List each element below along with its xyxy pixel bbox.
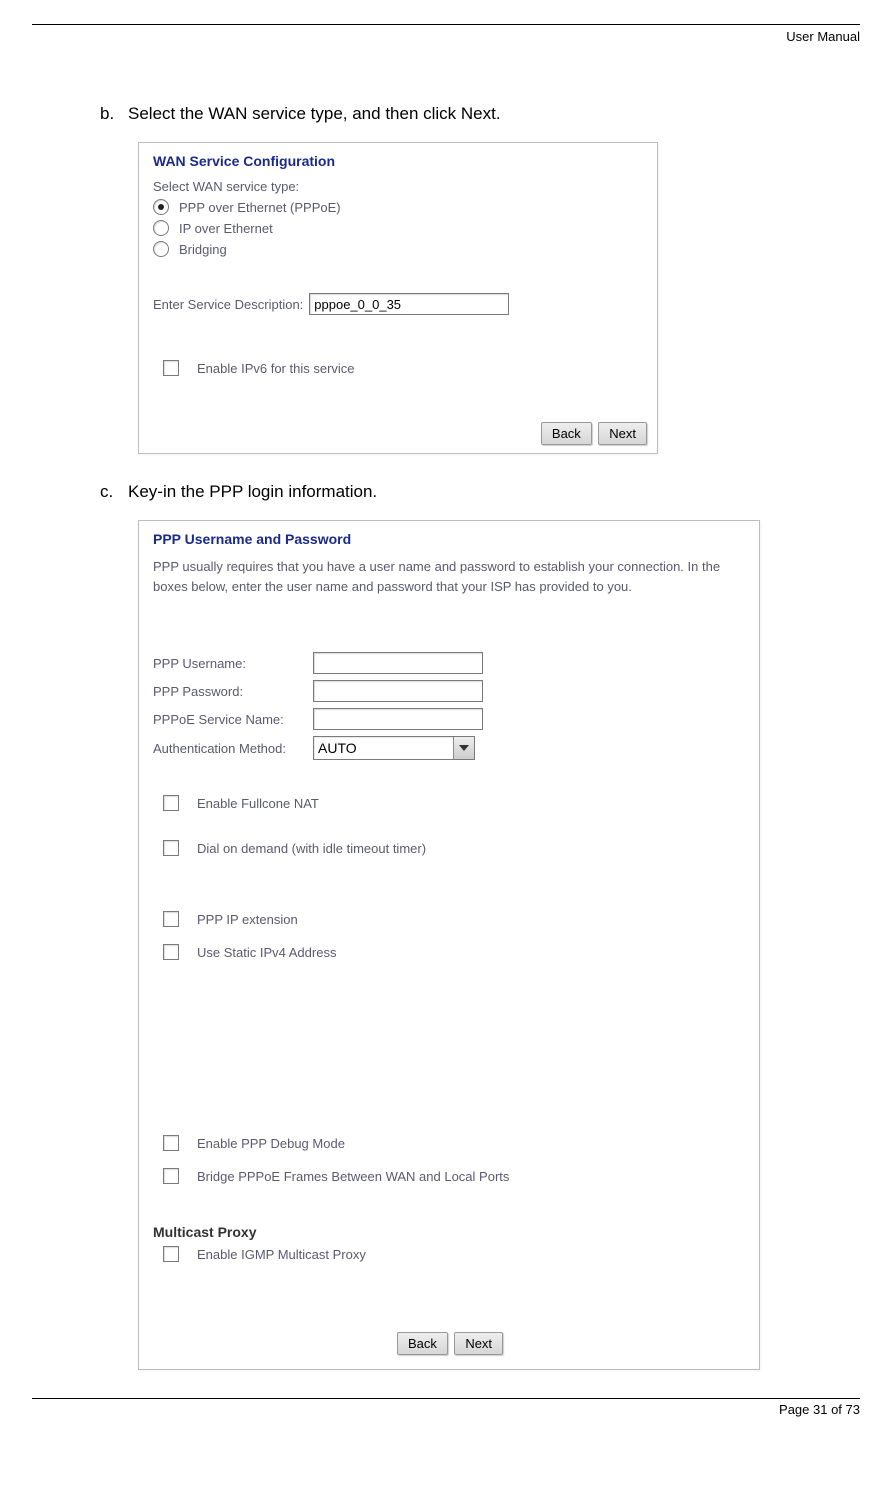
dial-checkbox[interactable] (163, 840, 179, 856)
step-b: b. Select the WAN service type, and then… (100, 104, 852, 124)
ppp-intro: PPP usually requires that you have a use… (153, 557, 745, 596)
wan-service-panel: WAN Service Configuration Select WAN ser… (138, 142, 658, 454)
igmp-checkbox[interactable] (163, 1246, 179, 1262)
pppip-checkbox[interactable] (163, 911, 179, 927)
footer-page: Page 31 of 73 (0, 1402, 860, 1417)
step-c: c. Key-in the PPP login information. (100, 482, 852, 502)
radio-pppoe-row[interactable]: PPP over Ethernet (PPPoE) (153, 199, 643, 215)
debug-label: Enable PPP Debug Mode (197, 1136, 345, 1151)
fullcone-label: Enable Fullcone NAT (197, 796, 319, 811)
header-right: User Manual (0, 29, 860, 44)
auth-method-select[interactable]: AUTO (313, 736, 475, 760)
pppoe-service-input[interactable] (313, 708, 483, 730)
static-label: Use Static IPv4 Address (197, 945, 336, 960)
next-button-1[interactable]: Next (598, 422, 647, 445)
radio-ipoe[interactable] (153, 220, 169, 236)
debug-checkbox[interactable] (163, 1135, 179, 1151)
ppp-password-label: PPP Password: (153, 684, 313, 699)
pppoe-service-label: PPPoE Service Name: (153, 712, 313, 727)
ppp-username-input[interactable] (313, 652, 483, 674)
service-desc-label: Enter Service Description: (153, 297, 303, 312)
auth-method-value: AUTO (314, 740, 357, 756)
static-checkbox[interactable] (163, 944, 179, 960)
pppip-label: PPP IP extension (197, 912, 298, 927)
step-b-text: Select the WAN service type, and then cl… (128, 104, 501, 124)
step-b-letter: b. (100, 104, 128, 124)
radio-bridging-row[interactable]: Bridging (153, 241, 643, 257)
auth-method-label: Authentication Method: (153, 741, 313, 756)
back-button-1[interactable]: Back (541, 422, 592, 445)
ipv6-checkbox[interactable] (163, 360, 179, 376)
dial-label: Dial on demand (with idle timeout timer) (197, 841, 426, 856)
radio-bridging[interactable] (153, 241, 169, 257)
bridge-label: Bridge PPPoE Frames Between WAN and Loca… (197, 1169, 509, 1184)
step-c-letter: c. (100, 482, 128, 502)
fullcone-checkbox[interactable] (163, 795, 179, 811)
wan-panel-title: WAN Service Configuration (153, 153, 643, 169)
step-c-text: Key-in the PPP login information. (128, 482, 377, 502)
radio-pppoe[interactable] (153, 199, 169, 215)
radio-bridging-label: Bridging (179, 242, 227, 257)
radio-ipoe-row[interactable]: IP over Ethernet (153, 220, 643, 236)
ppp-panel: PPP Username and Password PPP usually re… (138, 520, 760, 1370)
ppp-username-label: PPP Username: (153, 656, 313, 671)
service-desc-input[interactable] (309, 293, 509, 315)
radio-ipoe-label: IP over Ethernet (179, 221, 273, 236)
wan-select-label: Select WAN service type: (153, 179, 643, 194)
ipv6-label: Enable IPv6 for this service (197, 361, 355, 376)
ppp-password-input[interactable] (313, 680, 483, 702)
back-button-2[interactable]: Back (397, 1332, 448, 1355)
ppp-panel-title: PPP Username and Password (153, 531, 745, 547)
multicast-title: Multicast Proxy (153, 1224, 745, 1240)
next-button-2[interactable]: Next (454, 1332, 503, 1355)
bridge-checkbox[interactable] (163, 1168, 179, 1184)
dropdown-icon[interactable] (453, 737, 474, 759)
igmp-label: Enable IGMP Multicast Proxy (197, 1247, 366, 1262)
radio-pppoe-label: PPP over Ethernet (PPPoE) (179, 200, 341, 215)
